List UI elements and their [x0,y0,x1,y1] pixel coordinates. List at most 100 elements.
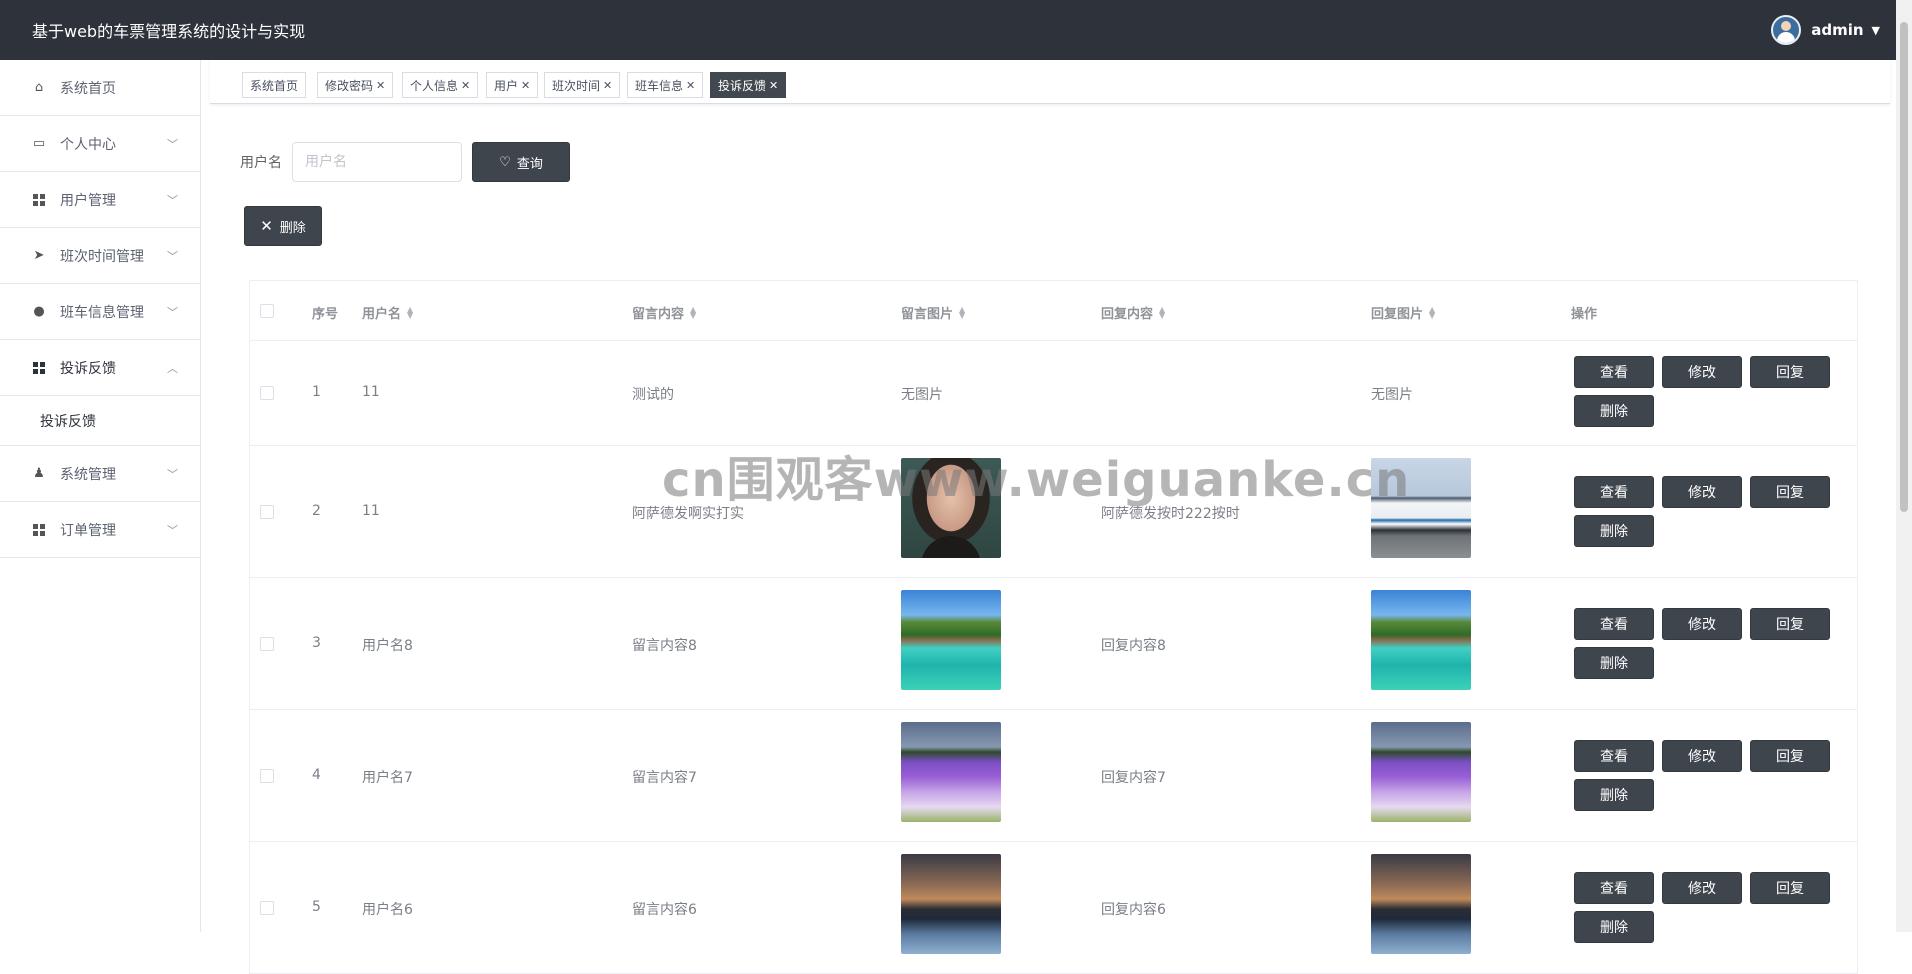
close-icon[interactable]: ✕ [686,79,695,92]
tab-label: 系统首页 [250,78,299,93]
close-icon[interactable]: ✕ [376,79,385,92]
view-button[interactable]: 查看 [1574,356,1654,388]
message-image[interactable] [901,854,1001,954]
tab-personal-info[interactable]: 个人信息 ✕ [402,72,479,98]
message-image[interactable] [901,722,1001,822]
reply-button[interactable]: 回复 [1750,356,1830,388]
row-checkbox[interactable] [260,637,274,651]
sidebar-item-label: 投诉反馈 [60,360,116,377]
delete-button[interactable]: 删除 [1574,911,1654,943]
scrollbar-thumb[interactable] [1900,22,1908,512]
sidebar-item-home[interactable]: ⌂ 系统首页 [0,60,200,116]
col-reply-image[interactable]: 回复图片 ▲ ▼ [1371,303,1435,322]
delete-button[interactable]: 删除 [1574,395,1654,427]
col-content[interactable]: 留言内容 ▲ ▼ [632,303,696,322]
tab-label: 用户 [494,78,519,93]
sort-icon[interactable]: ▲ ▼ [1429,305,1435,319]
view-button[interactable]: 查看 [1574,872,1654,904]
sort-icon[interactable]: ▲ ▼ [407,305,413,319]
edit-button[interactable]: 修改 [1662,476,1742,508]
col-image-label: 留言图片 [901,307,954,322]
reply-button[interactable]: 回复 [1750,608,1830,640]
close-icon[interactable]: ✕ [461,79,470,92]
close-icon[interactable]: ✕ [769,79,778,92]
sidebar-item-label: 班次时间管理 [60,248,144,265]
col-reply-image-label: 回复图片 [1371,307,1424,322]
sidebar-item-label: 用户管理 [60,192,116,209]
sort-icon[interactable]: ▲ ▼ [959,305,965,319]
tab-user[interactable]: 用户 ✕ [486,72,539,98]
tab-bus-info[interactable]: 班车信息 ✕ [627,72,704,98]
row-actions: 查看 修改 回复 删除 [1574,740,1834,811]
username-label[interactable]: admin [1811,21,1863,39]
sidebar-subitem-feedback[interactable]: 投诉反馈 [0,396,200,446]
tab-home[interactable]: 系统首页 [242,72,307,98]
reply-button[interactable]: 回复 [1750,872,1830,904]
table-row: 4 用户名7 留言内容7 回复内容7 查看 修改 回复 删除 [250,710,1857,842]
sort-icon[interactable]: ▲ ▼ [690,305,696,319]
sidebar-item-feedback[interactable]: 投诉反馈 ︿ [0,340,200,396]
sort-icon[interactable]: ▲ ▼ [1159,305,1165,319]
table-row: 2 11 阿萨德发啊实打实 阿萨德发按时222按时 查看 修改 回复 删除 [250,446,1857,578]
reply-button[interactable]: 回复 [1750,476,1830,508]
tab-feedback[interactable]: 投诉反馈 ✕ [710,72,787,98]
delete-button[interactable]: 删除 [1574,515,1654,547]
username-search-input[interactable] [292,142,462,182]
tab-schedule[interactable]: 班次时间 ✕ [544,72,621,98]
sidebar-item-system-management[interactable]: ♟ 系统管理 ﹀ [0,446,200,502]
sidebar-item-schedule-management[interactable]: ➤ 班次时间管理 ﹀ [0,228,200,284]
edit-button[interactable]: 修改 [1662,356,1742,388]
reply-image[interactable] [1371,722,1471,822]
page-scrollbar[interactable] [1896,0,1912,932]
caret-down-icon[interactable]: ▼ [1872,24,1880,37]
chevron-down-icon: ﹀ [167,306,178,319]
reply-image[interactable] [1371,458,1471,558]
view-button[interactable]: 查看 [1574,608,1654,640]
tab-label: 修改密码 [325,78,374,93]
tags-view: 系统首页 修改密码 ✕ 个人信息 ✕ 用户 ✕ 班次时间 ✕ 班车信息 ✕ 投诉反馈 ✕ [210,60,1890,104]
row-actions: 查看 修改 回复 删除 [1574,872,1834,943]
grid-icon [32,193,46,207]
cell-index: 1 [312,384,321,400]
col-reply[interactable]: 回复内容 ▲ ▼ [1101,303,1165,322]
tab-label: 投诉反馈 [718,78,767,93]
reply-button[interactable]: 回复 [1750,740,1830,772]
message-image[interactable] [901,590,1001,690]
delete-button[interactable]: 删除 [1574,779,1654,811]
select-all-checkbox[interactable] [260,304,274,318]
sidebar-item-bus-info-management[interactable]: ● 班车信息管理 ﹀ [0,284,200,340]
query-button[interactable]: ♡ 查询 [472,142,570,182]
grid-icon [32,523,46,537]
sidebar-item-personal-center[interactable]: ▭ 个人中心 ﹀ [0,116,200,172]
message-image[interactable] [901,458,1001,558]
sidebar-item-order-management[interactable]: 订单管理 ﹀ [0,502,200,558]
col-image[interactable]: 留言图片 ▲ ▼ [901,303,965,322]
sidebar-item-user-management[interactable]: 用户管理 ﹀ [0,172,200,228]
query-button-label: 查询 [516,156,543,172]
row-checkbox[interactable] [260,386,274,400]
view-button[interactable]: 查看 [1574,476,1654,508]
edit-button[interactable]: 修改 [1662,872,1742,904]
tab-change-password[interactable]: 修改密码 ✕ [317,72,394,98]
user-menu[interactable]: admin ▼ [1771,0,1880,60]
col-username[interactable]: 用户名 ▲ ▼ [362,303,413,322]
view-button[interactable]: 查看 [1574,740,1654,772]
close-icon[interactable]: ✕ [521,79,530,92]
avatar[interactable] [1771,15,1802,45]
edit-button[interactable]: 修改 [1662,740,1742,772]
reply-image[interactable] [1371,590,1471,690]
cell-index: 3 [312,635,321,651]
table-row: 3 用户名8 留言内容8 回复内容8 查看 修改 回复 删除 [250,578,1857,710]
batch-delete-button[interactable]: ✕ 删除 [244,206,322,246]
row-actions: 查看 修改 回复 删除 [1574,356,1834,427]
close-icon[interactable]: ✕ [603,79,612,92]
tab-label: 个人信息 [410,78,459,93]
row-checkbox[interactable] [260,769,274,783]
row-checkbox[interactable] [260,505,274,519]
sidebar-item-label: 个人中心 [60,136,116,153]
row-checkbox[interactable] [260,901,274,915]
reply-image[interactable] [1371,854,1471,954]
delete-button[interactable]: 删除 [1574,647,1654,679]
sidebar-item-label: 系统管理 [60,466,116,483]
edit-button[interactable]: 修改 [1662,608,1742,640]
